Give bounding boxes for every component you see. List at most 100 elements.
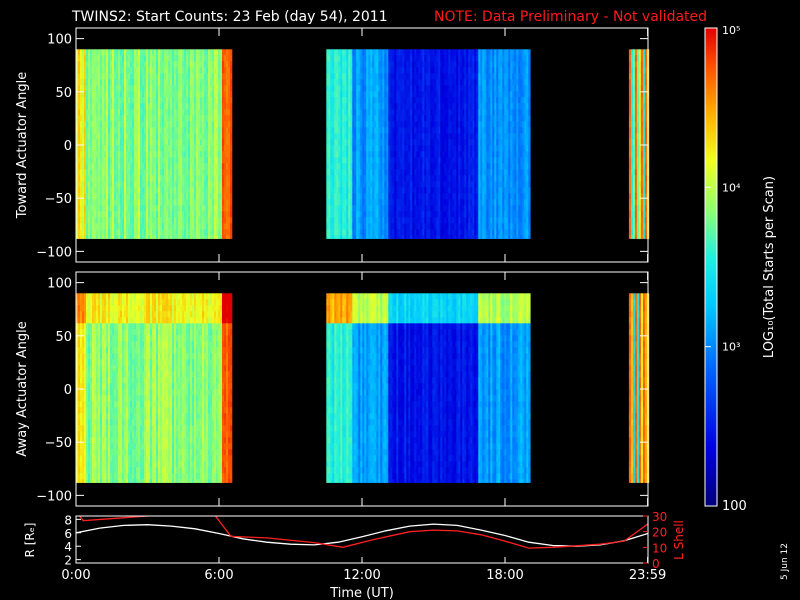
heat-cell [178,85,181,92]
heat-cell [130,205,133,212]
heat-cell [156,97,159,104]
heat-cell [220,121,223,128]
heat-cell [352,145,355,152]
heat-cell [466,199,469,206]
heat-cell [340,127,343,134]
heat-cell [442,175,445,182]
heat-cell [230,151,233,158]
heat-cell [422,181,425,188]
heat-cell [332,211,335,218]
heat-cell [384,205,387,212]
heat-cell [348,145,351,152]
heat-cell [346,55,349,62]
heat-cell [344,205,347,212]
heat-cell [470,145,473,152]
heat-cell [132,187,135,194]
heat-cell [448,235,451,239]
heat-cell [80,205,83,212]
heat-cell [454,145,457,152]
heat-cell [158,127,161,134]
heat-cell [422,91,425,98]
heat-cell [222,181,225,188]
heat-cell [220,187,223,194]
heat-cell [356,187,359,194]
heat-cell [86,145,89,152]
heat-cell [204,229,207,236]
heat-cell [426,121,429,128]
heat-cell [216,67,219,74]
heat-cell [174,73,177,80]
heat-cell [418,91,421,98]
heat-cell [344,151,347,158]
heat-cell [416,55,419,62]
heat-cell [100,163,103,170]
heat-cell [428,211,431,218]
heat-cell [198,187,201,194]
heat-cell [446,205,449,212]
heat-cell [170,133,173,140]
heat-cell [410,199,413,206]
heat-cell [108,145,111,152]
heat-cell [474,139,477,146]
heat-cell [142,73,145,80]
heat-cell [386,49,389,56]
heat-cell [112,229,115,236]
heat-cell [86,151,89,158]
heat-cell [354,211,357,218]
heat-cell [188,235,191,239]
heat-cell [230,73,233,80]
heat-cell [176,169,179,176]
heat-cell [88,181,91,188]
heat-cell [156,91,159,98]
heat-cell [128,115,131,122]
heat-cell [126,55,129,62]
heat-cell [448,139,451,146]
heat-cell [358,103,361,110]
heat-cell [402,199,405,206]
heat-cell [416,97,419,104]
heat-cell [102,91,105,98]
heat-cell [354,79,357,86]
heat-cell [342,139,345,146]
heat-cell [204,73,207,80]
heat-cell [172,139,175,146]
heat-cell [100,67,103,74]
heat-cell [338,205,341,212]
heat-cell [162,139,165,146]
heat-cell [366,61,369,68]
heat-cell [394,175,397,182]
heat-cell [372,223,375,230]
heat-cell [92,157,95,164]
heat-cell [154,193,157,200]
heat-cell [196,151,199,158]
heat-cell [330,49,333,56]
heat-cell [418,163,421,170]
heat-cell [440,103,443,110]
heat-cell [168,49,171,56]
heat-cell [92,49,95,56]
heat-cell [336,193,339,200]
heat-cell [166,115,169,122]
heat-cell [394,205,397,212]
heat-cell [146,163,149,170]
heat-cell [450,85,453,92]
heat-cell [460,217,463,224]
heat-cell [106,73,109,80]
heat-cell [360,151,363,158]
heat-cell [390,61,393,68]
heat-cell [426,145,429,152]
heat-cell [352,61,355,68]
heat-cell [196,139,199,146]
heat-cell [116,49,119,56]
heat-cell [382,181,385,188]
heat-cell [190,97,193,104]
heat-cell [356,91,359,98]
heat-cell [440,145,443,152]
heat-cell [446,229,449,236]
heat-cell [158,199,161,206]
heat-cell [164,139,167,146]
heat-cell [478,97,481,104]
heat-cell [140,55,143,62]
heat-cell [376,187,379,194]
heat-cell [202,91,205,98]
